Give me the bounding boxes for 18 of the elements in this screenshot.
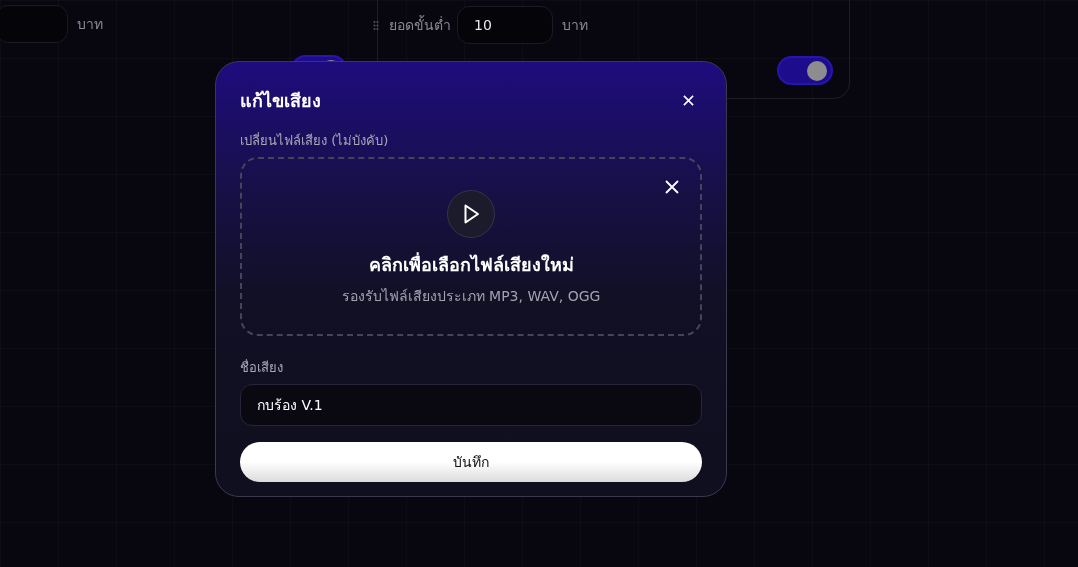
- drag-handle-icon[interactable]: [373, 19, 379, 31]
- amount-field[interactable]: [0, 5, 68, 43]
- minimum-label: ยอดขั้นต่ำ: [389, 14, 451, 35]
- sound-name-field[interactable]: กบร้อง V.1: [240, 384, 702, 426]
- minimum-field[interactable]: 10: [457, 6, 553, 44]
- unit-label: บาท: [77, 15, 103, 34]
- dropzone-hint: รองรับไฟล์เสียงประเภท MP3, WAV, OGG: [341, 287, 601, 306]
- field-label: ชื่อเสียง: [240, 358, 284, 377]
- unit-label: บาท: [562, 16, 588, 35]
- field-label: เปลี่ยนไฟล์เสียง (ไม่บังคับ): [240, 131, 390, 150]
- play-icon[interactable]: [447, 190, 495, 238]
- save-button[interactable]: บันทึก: [240, 442, 702, 482]
- close-icon[interactable]: [683, 94, 694, 106]
- dialog-title: แก้ไขเสียง: [240, 88, 321, 113]
- file-dropzone[interactable]: คลิกเพื่อเลือกไฟล์เสียงใหม่ รองรับไฟล์เสียงประเภท MP3, WAV, OGG: [240, 157, 702, 336]
- toggle-switch[interactable]: [777, 56, 833, 85]
- dropzone-title: คลิกเพื่อเลือกไฟล์เสียงใหม่: [368, 251, 574, 277]
- close-icon[interactable]: [665, 180, 679, 194]
